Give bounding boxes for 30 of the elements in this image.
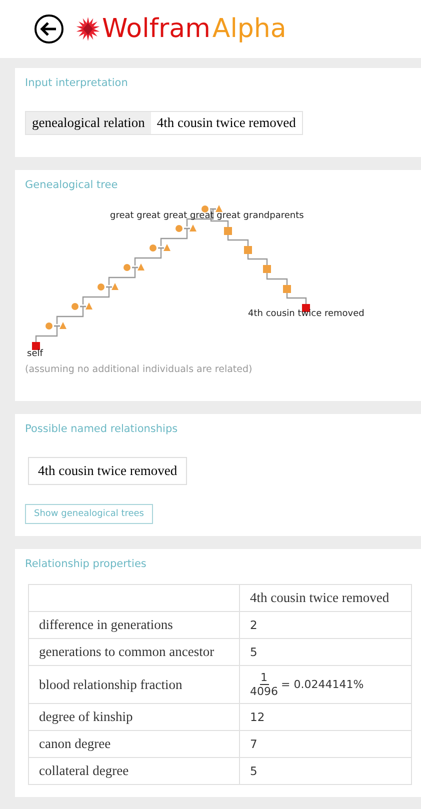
card-title: Input interpretation [25, 77, 129, 89]
card-title: Relationship properties [25, 558, 148, 570]
tree-label: self [27, 349, 43, 359]
table-cell: 7 [240, 730, 412, 758]
fraction: 1 4096 [250, 671, 278, 698]
logo-word: Alpha [212, 14, 286, 44]
show-trees-button[interactable]: Show genealogical trees [25, 504, 153, 524]
table-cell: 5 [240, 638, 412, 666]
note-text: (assuming no additional individuals are related) [25, 364, 254, 375]
starburst-icon [76, 17, 100, 41]
table-cell: canon degree [28, 730, 240, 758]
card-title: Possible named relationships [25, 423, 179, 435]
table-cell: difference in generations [28, 612, 240, 638]
column-header: 4th cousin twice removed [240, 584, 412, 612]
table-cell-text: 4th cousin twice removed [156, 114, 297, 132]
table-cell: 5 [240, 758, 412, 784]
table-cell: collateral degree [28, 758, 240, 784]
tree-label: great great great great great grandparents [110, 211, 304, 221]
table-cell: 2 [240, 612, 412, 638]
tree-label: 4th cousin twice removed [248, 309, 364, 319]
back-icon[interactable] [34, 14, 64, 44]
table-cell: = 0.0244141% [281, 678, 364, 691]
table-cell: 12 [240, 704, 412, 730]
table-cell: generations to common ancestor [28, 638, 240, 666]
table-cell: genealogical relation [26, 112, 151, 134]
table-cell: degree of kinship [28, 704, 240, 730]
table-cell: blood relationship fraction [28, 666, 240, 704]
logo-word: Wolfram [102, 14, 210, 44]
card-title: Genealogical tree [25, 179, 119, 191]
relationship-box: 4th cousin twice removed [28, 457, 188, 485]
